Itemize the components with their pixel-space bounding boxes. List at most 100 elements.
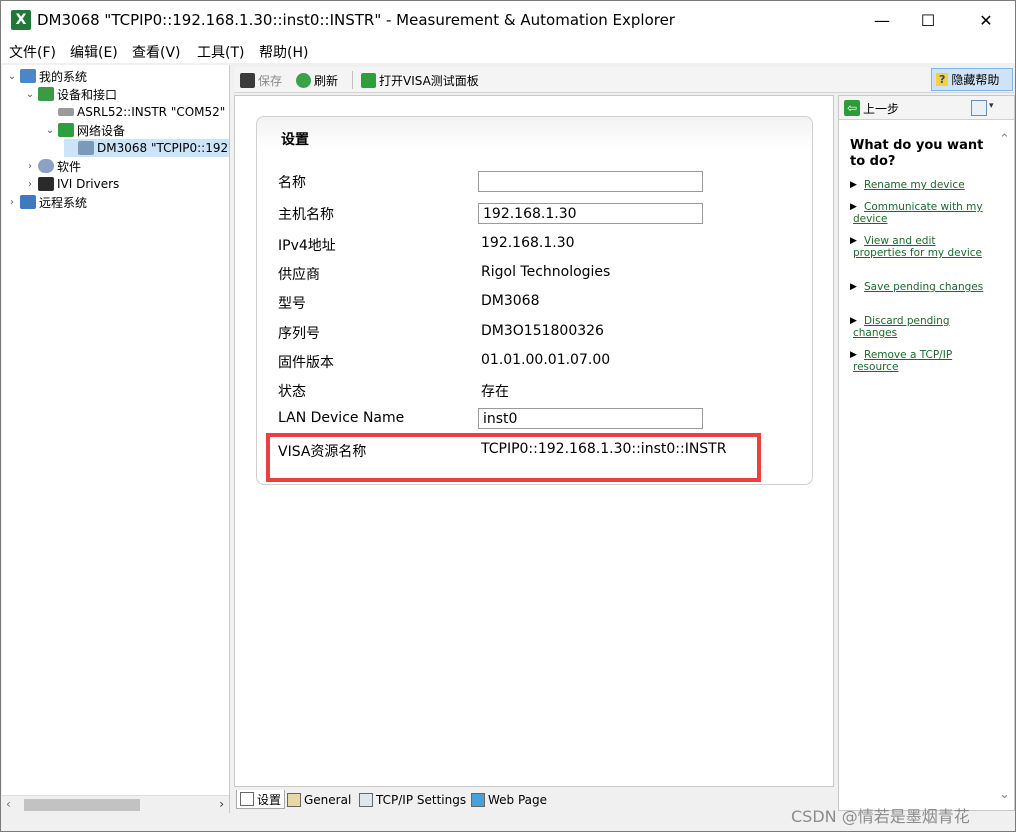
main-content: 设置 名称 主机名称 IPv4地址 192.168.1.30 供应商 Rigol… xyxy=(234,95,834,787)
expand-arrow-icon[interactable]: ⌄ xyxy=(6,71,18,82)
help-vertical-scrollbar[interactable]: ⌃ ⌄ xyxy=(997,132,1014,802)
tab-general[interactable]: General xyxy=(284,790,354,809)
expand-arrow-icon[interactable]: ⌄ xyxy=(24,89,36,100)
bullet-icon: ▶ xyxy=(850,180,857,190)
hide-help-button[interactable]: ? 隐藏帮助 xyxy=(931,68,1013,91)
bottom-tabs: 设置 General TCP/IP Settings Web Page xyxy=(234,788,834,810)
firmware-label: 固件版本 xyxy=(278,355,334,371)
lan-device-name-label: LAN Device Name xyxy=(278,410,405,426)
save-icon xyxy=(240,72,255,88)
back-button[interactable]: 上一步 xyxy=(863,100,899,117)
menu-file[interactable]: 文件(F) xyxy=(9,42,56,62)
tab-settings[interactable]: 设置 xyxy=(236,790,286,809)
help-link-communicate[interactable]: ▶ Communicate with my device xyxy=(850,201,985,225)
tree-item-my-system[interactable]: ⌄ 我的系统 xyxy=(6,67,87,85)
minimize-button[interactable]: — xyxy=(859,1,905,39)
help-link-text[interactable]: View and edit properties for my device xyxy=(850,235,985,259)
help-link-text[interactable]: Communicate with my device xyxy=(850,201,985,225)
help-toolbar: ⇦ 上一步 ▾ xyxy=(839,96,1014,120)
visa-panel-icon xyxy=(361,72,376,88)
help-link-remove[interactable]: ▶ Remove a TCP/IP resource xyxy=(850,349,985,373)
help-link-save[interactable]: ▶ Save pending changes xyxy=(850,281,985,293)
title-bar: X DM3068 "TCPIP0::192.168.1.30::inst0::I… xyxy=(1,1,1015,39)
help-link-discard[interactable]: ▶ Discard pending changes xyxy=(850,315,985,339)
network-tab-icon xyxy=(359,792,373,807)
bullet-icon: ▶ xyxy=(850,282,857,292)
tree-item-remote-systems[interactable]: › 远程系统 xyxy=(6,193,87,211)
tree-item-label: 设备和接口 xyxy=(57,87,118,102)
tree-item-ivi-drivers[interactable]: › IVI Drivers xyxy=(24,175,119,193)
tree-item-label: ASRL52::INSTR "COM52" xyxy=(77,105,226,119)
vendor-value: Rigol Technologies xyxy=(481,264,611,280)
expand-arrow-icon[interactable]: › xyxy=(6,197,18,208)
chevron-down-icon[interactable]: ▾ xyxy=(989,101,994,111)
settings-title: 设置 xyxy=(281,132,309,148)
name-input[interactable] xyxy=(478,171,703,192)
help-link-rename[interactable]: ▶ Rename my device xyxy=(850,179,985,191)
tree-item-label: DM3068 "TCPIP0::192 xyxy=(97,141,229,155)
toolbar: 保存 刷新 打开VISA测试面板 ? 隐藏帮助 xyxy=(234,67,1014,93)
app-window: X DM3068 "TCPIP0::192.168.1.30::inst0::I… xyxy=(0,0,1016,832)
menu-help[interactable]: 帮助(H) xyxy=(259,42,308,62)
maximize-button[interactable]: ☐ xyxy=(905,1,951,39)
bullet-icon: ▶ xyxy=(850,316,857,326)
visa-resource-name-label: VISA资源名称 xyxy=(278,444,367,460)
help-options-icon[interactable] xyxy=(971,100,987,116)
network-icon xyxy=(58,123,74,137)
lan-device-name-input[interactable] xyxy=(478,408,703,429)
firmware-value: 01.01.00.01.07.00 xyxy=(481,352,611,368)
tree-item-network-devices[interactable]: ⌄ 网络设备 xyxy=(44,121,125,139)
tab-label: 设置 xyxy=(257,792,282,807)
serial-label: 序列号 xyxy=(278,326,320,342)
tree-horizontal-scrollbar[interactable]: ‹ › xyxy=(2,795,229,813)
help-link-text[interactable]: Remove a TCP/IP resource xyxy=(850,349,985,373)
tree-item-devices-interfaces[interactable]: ⌄ 设备和接口 xyxy=(24,85,117,103)
help-pane: ⇦ 上一步 ▾ What do you want to do? ▶ Rename… xyxy=(838,95,1015,811)
menu-edit[interactable]: 编辑(E) xyxy=(70,42,118,62)
scrollbar-thumb[interactable] xyxy=(24,799,140,811)
open-visa-panel-button[interactable]: 打开VISA测试面板 xyxy=(361,71,479,89)
expand-arrow-icon[interactable]: › xyxy=(24,179,36,190)
tab-label: Web Page xyxy=(488,792,548,807)
tab-web-page[interactable]: Web Page xyxy=(468,790,550,809)
menu-view[interactable]: 查看(V) xyxy=(132,42,181,62)
scroll-down-icon[interactable]: ⌄ xyxy=(999,787,1010,802)
scroll-left-icon[interactable]: ‹ xyxy=(6,797,11,811)
model-value: DM3068 xyxy=(481,293,540,309)
tree-item-label: 网络设备 xyxy=(77,123,126,138)
status-label: 状态 xyxy=(278,384,306,400)
name-label: 名称 xyxy=(278,175,306,191)
hide-help-label: 隐藏帮助 xyxy=(951,73,1000,87)
back-arrow-icon[interactable]: ⇦ xyxy=(844,100,860,116)
tab-label: TCP/IP Settings xyxy=(376,792,467,807)
tab-tcpip-settings[interactable]: TCP/IP Settings xyxy=(356,790,469,809)
visa-resource-name-value: TCPIP0::192.168.1.30::inst0::INSTR xyxy=(481,441,727,457)
tree-item-software[interactable]: › 软件 xyxy=(24,157,81,175)
help-link-text[interactable]: Discard pending changes xyxy=(850,315,985,339)
scroll-up-icon[interactable]: ⌃ xyxy=(999,132,1010,147)
globe-icon xyxy=(471,792,485,807)
bullet-icon: ▶ xyxy=(850,350,857,360)
scroll-right-icon[interactable]: › xyxy=(219,797,224,811)
status-value: 存在 xyxy=(481,384,509,400)
expand-arrow-icon[interactable]: ⌄ xyxy=(44,125,56,136)
tree-item-dm3068[interactable]: DM3068 "TCPIP0::192 xyxy=(64,139,229,157)
remote-systems-icon xyxy=(20,195,36,209)
help-link-text[interactable]: Rename my device xyxy=(850,179,985,191)
hostname-input[interactable] xyxy=(478,203,703,224)
close-button[interactable]: ✕ xyxy=(963,1,1009,39)
help-link-view-properties[interactable]: ▶ View and edit properties for my device xyxy=(850,235,985,259)
menu-tools[interactable]: 工具(T) xyxy=(197,42,244,62)
help-link-text[interactable]: Save pending changes xyxy=(850,281,985,293)
save-button[interactable]: 保存 xyxy=(240,71,282,89)
model-label: 型号 xyxy=(278,296,306,312)
toolbar-divider xyxy=(352,71,353,89)
open-visa-panel-label: 打开VISA测试面板 xyxy=(379,73,479,88)
devices-icon xyxy=(38,87,54,101)
menu-bar: 文件(F) 编辑(E) 查看(V) 工具(T) 帮助(H) xyxy=(1,39,1015,63)
config-tree: ⌄ 我的系统 ⌄ 设备和接口 ASRL52::INSTR "COM52" ⌄ 网… xyxy=(2,65,230,813)
refresh-button[interactable]: 刷新 xyxy=(296,71,338,89)
expand-arrow-icon[interactable]: › xyxy=(24,161,36,172)
tree-item-label: 远程系统 xyxy=(39,195,88,210)
tree-item-asrl52[interactable]: ASRL52::INSTR "COM52" xyxy=(44,103,225,121)
